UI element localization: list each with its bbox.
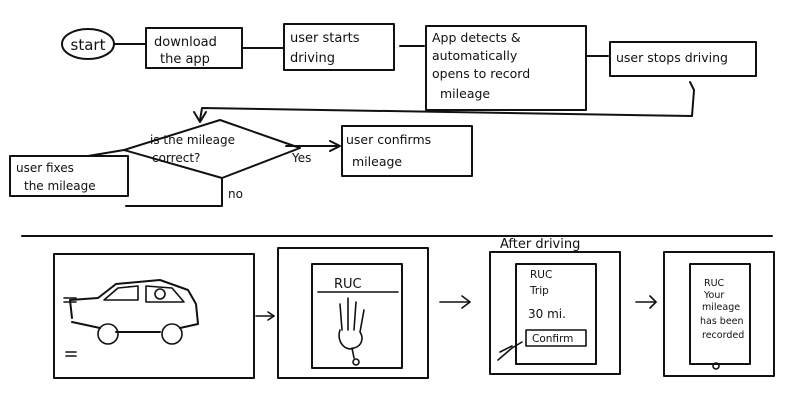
phone-3-line-2: Your: [703, 290, 724, 301]
storyboard-frame-phone-3: [663, 251, 775, 377]
fixes-label-1: user fixes: [16, 161, 74, 175]
storyboard-frame-car: [53, 253, 255, 379]
app-detects-label-1: App detects &: [432, 30, 521, 45]
car-sketch: [63, 279, 199, 357]
app-detects-label-2: automatically: [432, 48, 518, 63]
decision-label-1: is the mileage: [150, 133, 235, 147]
phone-3-line-1: RUC: [704, 278, 725, 289]
download-label-1: download: [154, 35, 217, 50]
no-label: no: [228, 187, 243, 201]
phone-2-line-3: 30 mi.: [528, 307, 566, 321]
phone-2-line-2: Trip: [529, 285, 549, 297]
stops-driving-label: user stops driving: [616, 50, 728, 65]
phone-3-line-5: recorded: [702, 330, 744, 341]
phone-2-line-1: RUC: [530, 269, 552, 281]
phone-1-header: RUC: [334, 277, 362, 292]
pointing-hand-icon: [497, 341, 523, 361]
starts-driving-label-1: user starts: [290, 31, 360, 46]
flow-diagram-sketch: start download the app user starts drivi…: [9, 23, 775, 379]
phone-3-line-4: has been: [700, 316, 744, 327]
confirms-label-2: mileage: [352, 154, 402, 169]
hand-icon: [338, 297, 365, 366]
confirm-button-label: Confirm: [532, 333, 573, 345]
no-connector: [125, 177, 223, 207]
starts-driving-label-2: driving: [290, 51, 335, 66]
decision-label-2: correct?: [152, 151, 200, 165]
app-detects-label-4: mileage: [440, 86, 490, 101]
confirms-label-1: user confirms: [346, 132, 431, 147]
start-label: start: [71, 36, 106, 54]
phone-3-line-3: mileage: [702, 302, 740, 313]
fixes-label-2: the mileage: [24, 179, 96, 193]
yes-label: Yes: [291, 151, 311, 165]
decision-diamond: [123, 119, 301, 179]
app-detects-label-3: opens to record: [432, 66, 530, 81]
download-label-2: the app: [160, 52, 210, 67]
after-driving-label: After driving: [500, 237, 580, 252]
storyboard-frame-phone-1: [277, 247, 429, 379]
